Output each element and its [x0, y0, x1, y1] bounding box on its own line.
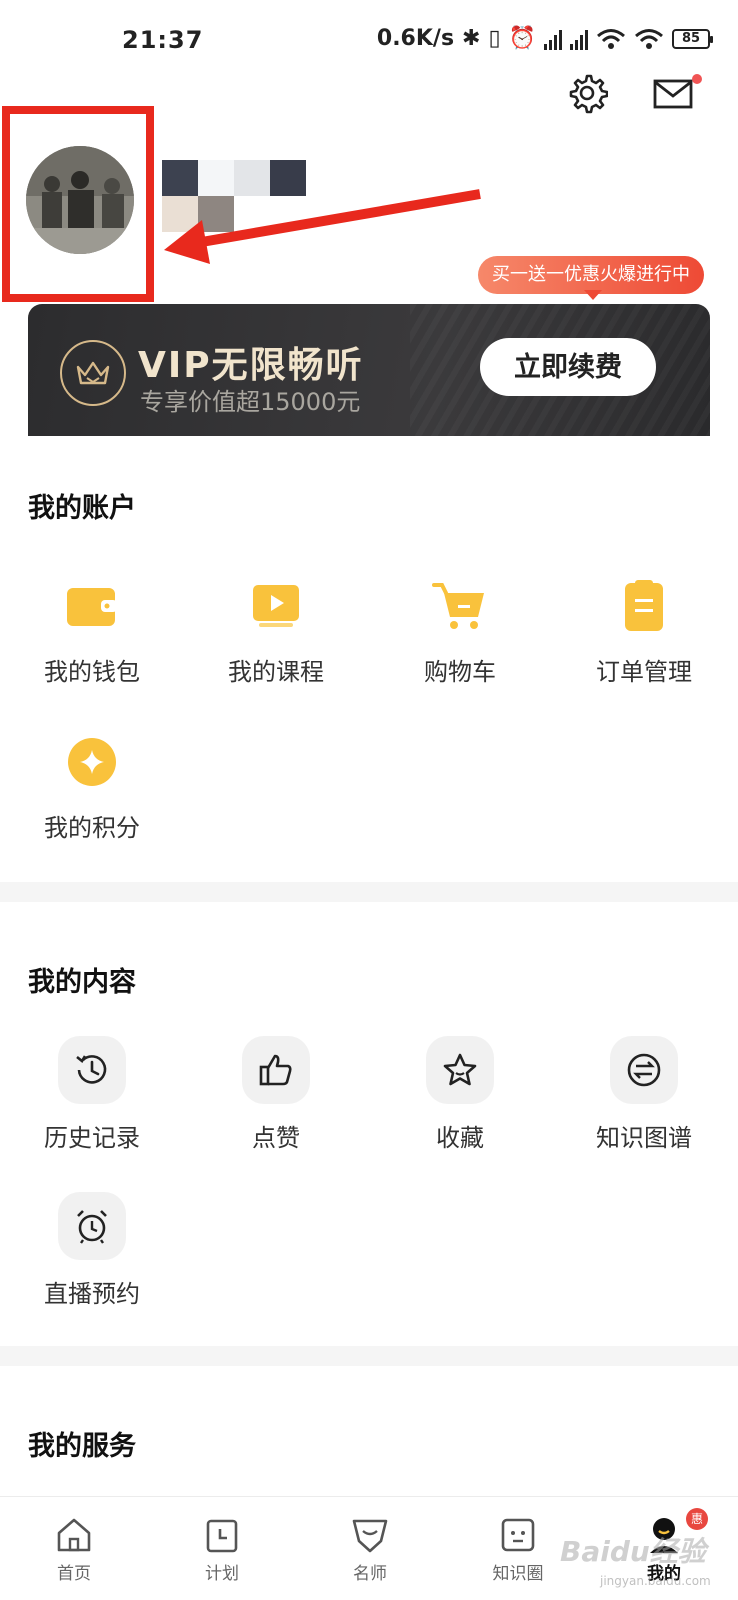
- vip-subtitle: 专享价值超15000元: [140, 388, 361, 416]
- wifi-icon: [597, 28, 625, 49]
- teacher-icon: [352, 1519, 388, 1553]
- points-button[interactable]: 我的积分: [0, 730, 184, 843]
- course-button[interactable]: 我的课程: [184, 574, 368, 687]
- promo-bubble[interactable]: 买一送一优惠火爆进行中: [478, 256, 704, 294]
- wallet-icon: [60, 574, 124, 638]
- order-icon: [612, 574, 676, 638]
- mail-icon[interactable]: [652, 72, 694, 114]
- thumbs-up-icon: [242, 1036, 310, 1104]
- circle-icon: [501, 1518, 535, 1552]
- alarm-icon: ⏰: [508, 26, 536, 51]
- nav-teacher-label: 名师: [353, 1564, 387, 1584]
- favorite-label: 收藏: [436, 1124, 484, 1152]
- status-bar: 21:37 0.6K/s ✱ ▯ ⏰ 85: [0, 0, 738, 84]
- content-section-title: 我的内容: [28, 967, 136, 998]
- watermark-url: jingyan.baidu.com: [600, 1574, 711, 1588]
- points-label: 我的积分: [44, 814, 140, 842]
- exchange-icon: [610, 1036, 678, 1104]
- vip-card[interactable]: VIP无限畅听 专享价值超15000元 立即续费: [28, 304, 710, 436]
- history-icon: [58, 1036, 126, 1104]
- nav-plan[interactable]: 计划: [148, 1497, 296, 1600]
- vip-title: VIP无限畅听: [138, 345, 364, 386]
- cart-icon: [428, 574, 492, 638]
- wallet-label: 我的钱包: [44, 658, 140, 686]
- services-section-title: 我的服务: [28, 1431, 136, 1462]
- status-time: 21:37: [122, 26, 204, 54]
- annotation-highlight-box: [2, 106, 154, 302]
- history-label: 历史记录: [44, 1124, 140, 1152]
- crown-icon: [60, 340, 126, 406]
- alarm-clock-icon: [58, 1192, 126, 1260]
- course-icon: [244, 574, 308, 638]
- nav-plan-label: 计划: [205, 1564, 239, 1584]
- wifi-icon-2: [635, 28, 663, 49]
- promo-bubble-tail: [584, 290, 602, 300]
- net-speed: 0.6K/s: [376, 26, 455, 51]
- order-label: 订单管理: [596, 658, 692, 686]
- wallet-button[interactable]: 我的钱包: [0, 574, 184, 687]
- annotation-arrow: [164, 189, 481, 264]
- section-divider: [0, 1346, 738, 1366]
- signal-icon-2: [570, 28, 588, 50]
- nav-badge: 惠: [686, 1508, 708, 1530]
- knowledge-graph-label: 知识图谱: [596, 1124, 692, 1152]
- nav-teacher[interactable]: 名师: [296, 1497, 444, 1600]
- history-button[interactable]: 历史记录: [0, 1036, 184, 1153]
- favorite-button[interactable]: 收藏: [368, 1036, 552, 1153]
- settings-gear-icon[interactable]: [566, 72, 608, 114]
- calendar-icon: [206, 1519, 238, 1553]
- home-icon: [57, 1518, 91, 1552]
- order-button[interactable]: 订单管理: [552, 574, 736, 687]
- vibrate-icon: ▯: [488, 26, 501, 51]
- signal-icon: [544, 28, 562, 50]
- live-reservation-button[interactable]: 直播预约: [0, 1192, 184, 1309]
- points-icon: [60, 730, 124, 794]
- bluetooth-icon: ✱: [462, 26, 481, 51]
- watermark-logo: Baidu经验: [560, 1535, 706, 1568]
- nav-home-label: 首页: [57, 1564, 91, 1584]
- battery-icon: 85: [672, 28, 713, 49]
- knowledge-graph-button[interactable]: 知识图谱: [552, 1036, 736, 1153]
- account-section-title: 我的账户: [28, 493, 136, 524]
- nav-home[interactable]: 首页: [0, 1497, 148, 1600]
- cart-button[interactable]: 购物车: [368, 574, 552, 687]
- course-label: 我的课程: [228, 658, 324, 686]
- cart-label: 购物车: [424, 658, 496, 686]
- live-reservation-label: 直播预约: [44, 1280, 140, 1308]
- like-label: 点赞: [252, 1124, 300, 1152]
- like-button[interactable]: 点赞: [184, 1036, 368, 1153]
- section-divider: [0, 882, 738, 902]
- star-icon: [426, 1036, 494, 1104]
- status-indicators: 0.6K/s ✱ ▯ ⏰ 85: [376, 26, 713, 51]
- renew-button[interactable]: 立即续费: [480, 338, 656, 396]
- unread-dot: [692, 74, 702, 84]
